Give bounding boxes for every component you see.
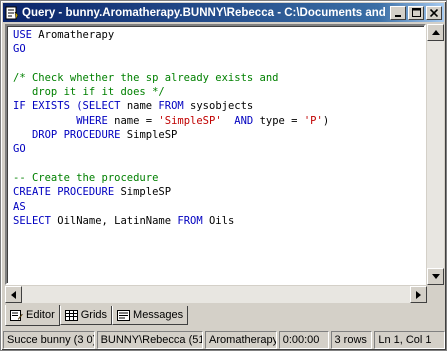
scroll-right-button[interactable]	[410, 286, 427, 303]
status-bar: Succe bunny (3 0) BUNNY\Rebecca (51( Aro…	[2, 330, 446, 350]
arrow-down-icon	[431, 274, 440, 279]
query-window: Query - bunny.Aromatherapy.BUNNY\Rebecca…	[0, 0, 447, 351]
code-token: FROM	[177, 214, 209, 227]
tab-grids[interactable]: Grids	[59, 306, 113, 325]
code-token: OilName, LatinName	[57, 214, 178, 227]
horizontal-scrollbar[interactable]	[5, 286, 427, 303]
tab-editor-label: Editor	[26, 309, 55, 321]
status-connection: Succe bunny (3 0)	[3, 331, 95, 349]
scroll-left-button[interactable]	[5, 286, 22, 303]
code-token: FROM	[158, 100, 191, 113]
result-tabs: Editor Grids Messages	[5, 305, 189, 326]
query-window-icon[interactable]	[5, 6, 19, 20]
code-token: -- Create the procedure	[13, 171, 159, 184]
code-token: DROP PROCEDURE	[13, 129, 127, 142]
status-row-count: 3 rows	[330, 331, 373, 349]
code-token: SELECT	[13, 214, 58, 227]
query-editor[interactable]: USE Aromatherapy GO/* Check whether the s…	[5, 24, 426, 285]
code-line[interactable]: SELECT OilName, LatinName FROM Oils	[13, 214, 329, 228]
vertical-scrollbar[interactable]	[427, 24, 444, 285]
code-token: CREATE PROCEDURE	[13, 186, 121, 199]
code-token: USE	[13, 29, 39, 41]
code-token: drop it if it does */	[13, 86, 165, 99]
code-token: )	[322, 114, 330, 127]
scroll-up-button[interactable]	[427, 24, 444, 41]
code-line[interactable]: IF EXISTS (SELECT name FROM sysobjects	[13, 99, 329, 113]
code-token: SimpleSP	[126, 129, 178, 142]
window-title: Query - bunny.Aromatherapy.BUNNY\Rebecca…	[22, 6, 388, 19]
tab-editor[interactable]: Editor	[5, 305, 60, 326]
tab-messages[interactable]: Messages	[112, 306, 189, 325]
close-icon	[430, 8, 438, 17]
code-token: AS	[13, 200, 26, 213]
window-controls	[388, 5, 442, 20]
title-bar[interactable]: Query - bunny.Aromatherapy.BUNNY\Rebecca…	[3, 3, 444, 22]
code-token: GO	[13, 143, 26, 156]
messages-icon	[117, 309, 131, 321]
code-token: name =	[114, 114, 159, 127]
maximize-button[interactable]	[408, 5, 424, 20]
status-cursor-position: Ln 1, Col 1	[374, 331, 445, 349]
code-line[interactable]: CREATE PROCEDURE SimpleSP	[13, 185, 329, 199]
code-line[interactable]: GO	[13, 42, 329, 56]
code-token: SimpleSP	[120, 186, 172, 199]
code-token: sysobjects	[190, 100, 254, 113]
code-token: 'P'	[303, 114, 323, 127]
code-line[interactable]: /* Check whether the sp already exists a…	[13, 71, 329, 85]
minimize-button[interactable]	[390, 5, 406, 20]
sql-code[interactable]: USE Aromatherapy GO/* Check whether the s…	[13, 28, 329, 228]
grid-icon	[64, 309, 78, 321]
code-token: AND	[221, 114, 260, 127]
code-line[interactable]: drop it if it does */	[13, 85, 329, 99]
code-token: Aromatherapy	[38, 29, 115, 41]
code-line[interactable]: -- Create the procedure	[13, 171, 329, 185]
code-line[interactable]: DROP PROCEDURE SimpleSP	[13, 128, 329, 142]
code-line[interactable]	[13, 57, 329, 71]
arrow-left-icon	[11, 290, 16, 299]
code-token: 'SimpleSP'	[158, 114, 222, 127]
code-line[interactable]	[13, 157, 329, 171]
arrow-up-icon	[431, 30, 440, 35]
code-token: Oils	[208, 214, 235, 227]
status-elapsed-time: 0:00:00	[278, 331, 329, 349]
scrollbar-corner	[427, 286, 444, 303]
tab-grids-label: Grids	[80, 309, 108, 321]
status-user: BUNNY\Rebecca (51(	[96, 331, 204, 349]
code-line[interactable]: WHERE name = 'SimpleSP' AND type = 'P')	[13, 114, 329, 128]
code-token: type =	[259, 114, 304, 127]
code-token: SELECT	[82, 100, 127, 113]
editor-pencil-icon	[10, 309, 23, 321]
code-token: name	[126, 100, 159, 113]
code-token: GO	[13, 43, 26, 56]
arrow-right-icon	[416, 290, 421, 299]
code-token: WHERE	[13, 114, 115, 127]
code-line[interactable]: GO	[13, 142, 329, 156]
close-button[interactable]	[426, 5, 442, 20]
status-database: Aromatherapy	[205, 331, 277, 349]
code-token: /* Check whether the sp already exists a…	[13, 71, 279, 84]
maximize-icon	[411, 8, 421, 17]
code-token: IF	[13, 100, 32, 113]
code-line[interactable]: AS	[13, 200, 329, 214]
minimize-icon	[395, 14, 401, 17]
scroll-down-button[interactable]	[427, 268, 444, 285]
code-line[interactable]: USE Aromatherapy	[13, 28, 329, 42]
code-token: EXISTS (	[31, 100, 83, 113]
tab-messages-label: Messages	[133, 309, 184, 321]
